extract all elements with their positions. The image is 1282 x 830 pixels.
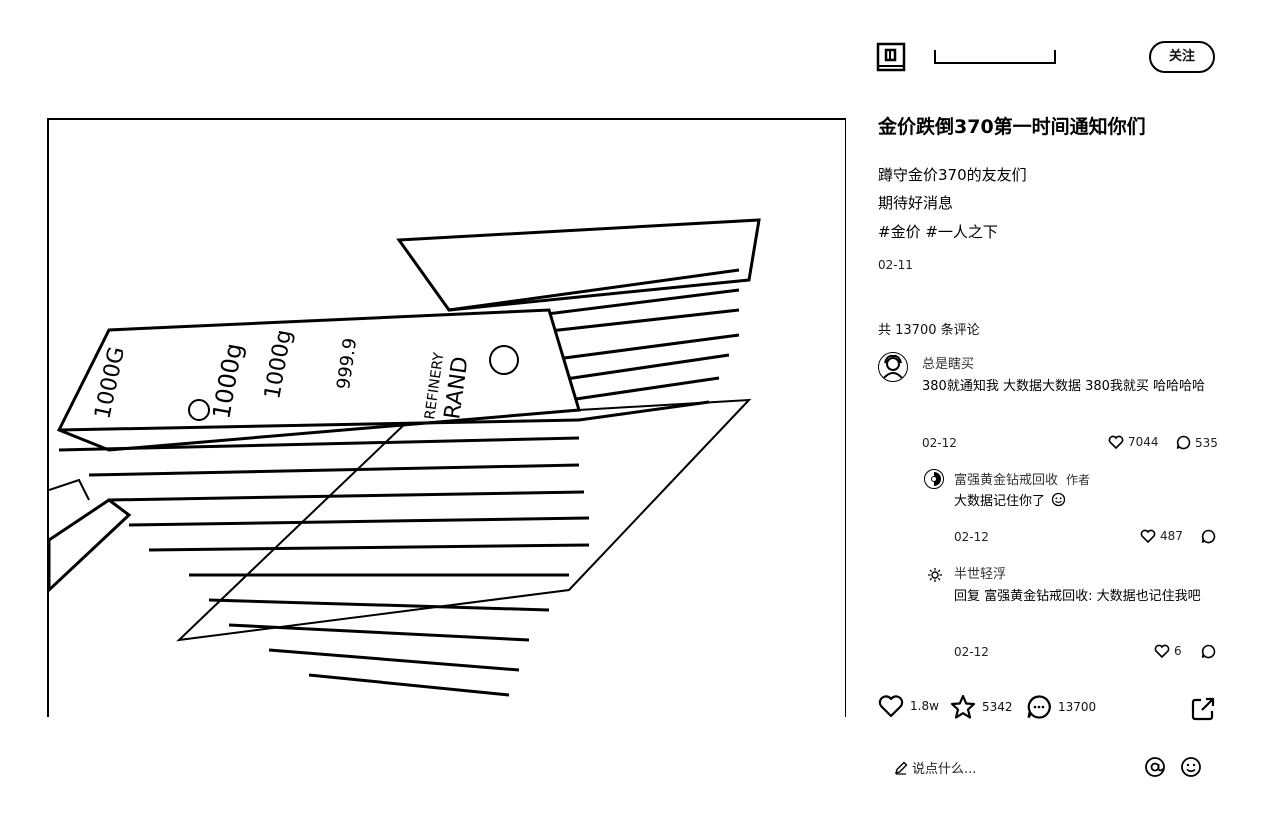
comment-reply-count: 535 — [1195, 435, 1218, 450]
reply-date: 02-12 — [954, 645, 989, 659]
reply-reply-button[interactable] — [1201, 644, 1216, 659]
post-hashtags[interactable]: #金价 #一人之下 — [878, 221, 998, 242]
post-action-bar: 1.8w 5342 13700 — [870, 694, 1230, 726]
comment-like-count: 7044 — [1128, 435, 1159, 449]
reply-avatar[interactable] — [924, 469, 944, 489]
star-icon — [950, 694, 976, 719]
comment-text: 380就通知我 大数据大数据 380我就买 哈哈哈哈 — [922, 379, 1206, 394]
post-image[interactable]: 1000G 1000g 1000g 999.9 RAND REFINERY — [47, 118, 846, 717]
post-description-line-1: 蹲守金价370的友友们 — [878, 166, 1027, 184]
heart-icon — [1108, 435, 1124, 449]
post-date: 02-11 — [878, 258, 913, 272]
heart-icon — [1140, 529, 1156, 543]
author-header: 关注 — [870, 38, 1230, 78]
emoji-face-icon — [1052, 492, 1066, 507]
reply-date: 02-12 — [954, 530, 989, 544]
share-icon — [1191, 697, 1215, 721]
author-name[interactable] — [934, 50, 1056, 64]
comment-username[interactable]: 总是瞎买 — [922, 353, 974, 372]
comment-count: 共 13700 条评论 — [878, 323, 980, 338]
comment-icon — [1176, 435, 1191, 450]
at-icon — [1145, 757, 1165, 777]
mention-button[interactable] — [1144, 756, 1166, 782]
reply-username[interactable]: 半世轻浮 — [954, 563, 1006, 582]
post-description-line-2: 期待好消息 — [878, 194, 954, 212]
comment-input[interactable]: 说点什么... — [894, 758, 976, 777]
favorite-button[interactable]: 5342 — [950, 694, 1013, 720]
comment-icon — [1027, 695, 1051, 719]
reply-text: 回复 富强黄金钻戒回收: 大数据也记住我吧 — [954, 589, 1201, 604]
comment-input-placeholder: 说点什么... — [912, 762, 977, 777]
heart-icon — [1154, 644, 1170, 658]
emoji-icon — [1181, 757, 1201, 777]
emoji-button[interactable] — [1180, 756, 1202, 782]
comment-input-bar: 说点什么... — [894, 756, 1224, 780]
heart-icon — [878, 695, 904, 718]
comment-total: 13700 — [1058, 700, 1097, 714]
favorite-count: 5342 — [982, 700, 1013, 714]
reply-text-content: 大数据记住你了 — [954, 494, 1046, 509]
reply-like-count: 487 — [1160, 529, 1183, 543]
comment-icon — [1201, 529, 1216, 544]
pencil-icon — [894, 761, 908, 775]
reply-reply-button[interactable] — [1201, 529, 1216, 544]
gold-bars-image: 1000G 1000g 1000g 999.9 RAND REFINERY — [49, 218, 761, 697]
reply-like-button[interactable]: 6 — [1154, 644, 1182, 658]
like-button[interactable]: 1.8w — [878, 694, 939, 718]
author-tag: 作者 — [1066, 473, 1091, 487]
comment-like-button[interactable]: 7044 — [1108, 435, 1159, 449]
reply-avatar[interactable] — [926, 566, 944, 584]
reply-like-button[interactable]: 487 — [1140, 529, 1183, 543]
post-detail-panel: 关注 金价跌倒370第一时间通知你们 蹲守金价370的友友们 期待好消息 #金价… — [870, 0, 1230, 830]
share-button[interactable] — [1190, 696, 1216, 726]
comment-avatar[interactable] — [878, 352, 908, 382]
follow-button[interactable]: 关注 — [1149, 41, 1215, 73]
comment-date: 02-12 — [922, 436, 957, 450]
post-title: 金价跌倒370第一时间通知你们 — [878, 116, 1146, 138]
reply-username[interactable]: 富强黄金钻戒回收 作者 — [954, 469, 1090, 488]
author-avatar[interactable] — [876, 40, 908, 72]
comment-icon — [1201, 644, 1216, 659]
reply-like-count: 6 — [1174, 644, 1182, 658]
reply-username-text: 富强黄金钻戒回收 — [954, 473, 1059, 488]
like-count: 1.8w — [910, 699, 939, 713]
comment-button[interactable]: 13700 — [1026, 694, 1096, 720]
reply-text: 大数据记住你了 — [954, 492, 1214, 512]
comment-reply-button[interactable]: 535 — [1176, 435, 1218, 450]
